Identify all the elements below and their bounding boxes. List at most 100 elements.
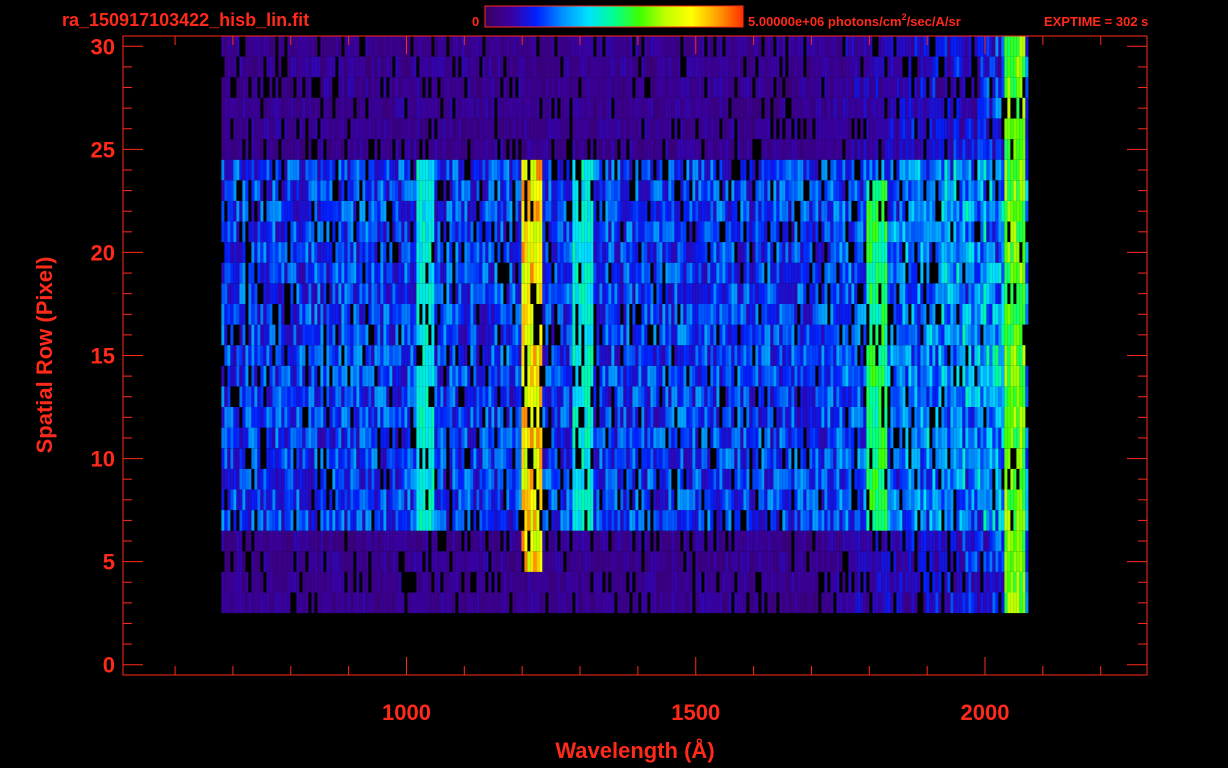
heatmap-cell	[995, 200, 999, 222]
heatmap-cell	[389, 468, 393, 490]
heatmap-cell	[413, 407, 417, 428]
heatmap-cell	[323, 427, 327, 449]
heatmap-cell	[842, 283, 846, 304]
heatmap-cell	[941, 345, 945, 366]
heatmap-cell	[671, 592, 675, 614]
heatmap-cell	[923, 365, 927, 387]
heatmap-cell	[977, 571, 981, 593]
heatmap-cell	[950, 345, 954, 366]
heatmap-cell	[788, 365, 792, 387]
heatmap-cell	[380, 262, 384, 284]
heatmap-cell	[1004, 345, 1008, 366]
heatmap-cell	[626, 448, 630, 469]
heatmap-cell	[923, 221, 927, 243]
heatmap-cell	[311, 427, 315, 449]
heatmap-cell	[926, 571, 930, 593]
heatmap-cell	[995, 304, 999, 325]
heatmap-cell	[980, 262, 984, 284]
heatmap-cell	[524, 530, 528, 552]
heatmap-cell	[890, 221, 894, 243]
heatmap-cell	[515, 489, 519, 511]
heatmap-cell	[506, 283, 510, 304]
heatmap-cell	[1013, 386, 1017, 407]
heatmap-cell	[461, 324, 465, 346]
heatmap-cell	[467, 407, 471, 428]
heatmap-cell	[722, 200, 726, 222]
heatmap-cell	[482, 551, 486, 572]
heatmap-cell	[431, 180, 435, 201]
heatmap-cell	[803, 324, 807, 346]
heatmap-cell	[503, 200, 507, 222]
heatmap-cell	[416, 200, 420, 222]
heatmap-cell	[938, 551, 942, 572]
heatmap-cell	[341, 283, 345, 304]
heatmap-cell	[914, 283, 918, 304]
heatmap-cell	[707, 304, 711, 325]
heatmap-cell	[842, 345, 846, 366]
heatmap-cell	[239, 510, 243, 531]
heatmap-cell	[1016, 489, 1020, 511]
heatmap-cell	[836, 242, 840, 263]
heatmap-cell	[884, 386, 888, 407]
heatmap-cell	[833, 242, 837, 263]
heatmap-cell	[572, 448, 576, 469]
heatmap-cell	[581, 448, 585, 469]
heatmap-cell	[929, 386, 933, 407]
heatmap-cell	[899, 221, 903, 243]
heatmap-cell	[224, 407, 228, 428]
heatmap-cell	[287, 468, 291, 490]
heatmap-cell	[443, 489, 447, 511]
heatmap-cell	[269, 180, 273, 201]
heatmap-cell	[662, 324, 666, 346]
heatmap-cell	[953, 262, 957, 284]
heatmap-cell	[341, 221, 345, 243]
heatmap-cell	[263, 407, 267, 428]
heatmap-cell	[443, 221, 447, 243]
heatmap-cell	[596, 489, 600, 511]
heatmap-cell	[911, 304, 915, 325]
heatmap-cell	[695, 551, 699, 572]
heatmap-cell	[866, 242, 870, 263]
heatmap-cell	[719, 324, 723, 346]
heatmap-cell	[563, 283, 567, 304]
heatmap-cell	[767, 571, 771, 593]
heatmap-cell	[740, 221, 744, 243]
heatmap-cell	[917, 200, 921, 222]
heatmap-cell	[323, 510, 327, 531]
heatmap-cell	[533, 448, 537, 469]
heatmap-cell	[680, 386, 684, 407]
heatmap-cell	[593, 510, 597, 531]
heatmap-cell	[467, 221, 471, 243]
heatmap-cell	[365, 571, 369, 593]
heatmap-cell	[344, 304, 348, 325]
heatmap-cell	[341, 262, 345, 284]
heatmap-cell	[266, 345, 270, 366]
heatmap-cell	[692, 180, 696, 201]
heatmap-cell	[878, 571, 882, 593]
heatmap-cell	[410, 304, 414, 325]
heatmap-cell	[233, 489, 237, 511]
heatmap-cell	[1025, 242, 1029, 263]
heatmap-cell	[293, 427, 297, 449]
heatmap-cell	[419, 180, 423, 201]
heatmap-cell	[293, 571, 297, 593]
heatmap-cell	[833, 262, 837, 284]
heatmap-cell	[497, 551, 501, 572]
heatmap-cell	[329, 489, 333, 511]
heatmap-cell	[965, 304, 969, 325]
heatmap-cell	[356, 551, 360, 572]
heatmap-cell	[839, 448, 843, 469]
heatmap-cell	[533, 180, 537, 201]
heatmap-cell	[302, 551, 306, 572]
heatmap-cell	[857, 221, 861, 243]
heatmap-cell	[869, 324, 873, 346]
heatmap-cell	[827, 365, 831, 387]
heatmap-cell	[350, 283, 354, 304]
heatmap-cell	[362, 468, 366, 490]
heatmap-cell	[299, 468, 303, 490]
heatmap-cell	[854, 262, 858, 284]
heatmap-cell	[1019, 221, 1023, 243]
heatmap-cell	[653, 551, 657, 572]
heatmap-cell	[959, 221, 963, 243]
heatmap-cell	[746, 571, 750, 593]
